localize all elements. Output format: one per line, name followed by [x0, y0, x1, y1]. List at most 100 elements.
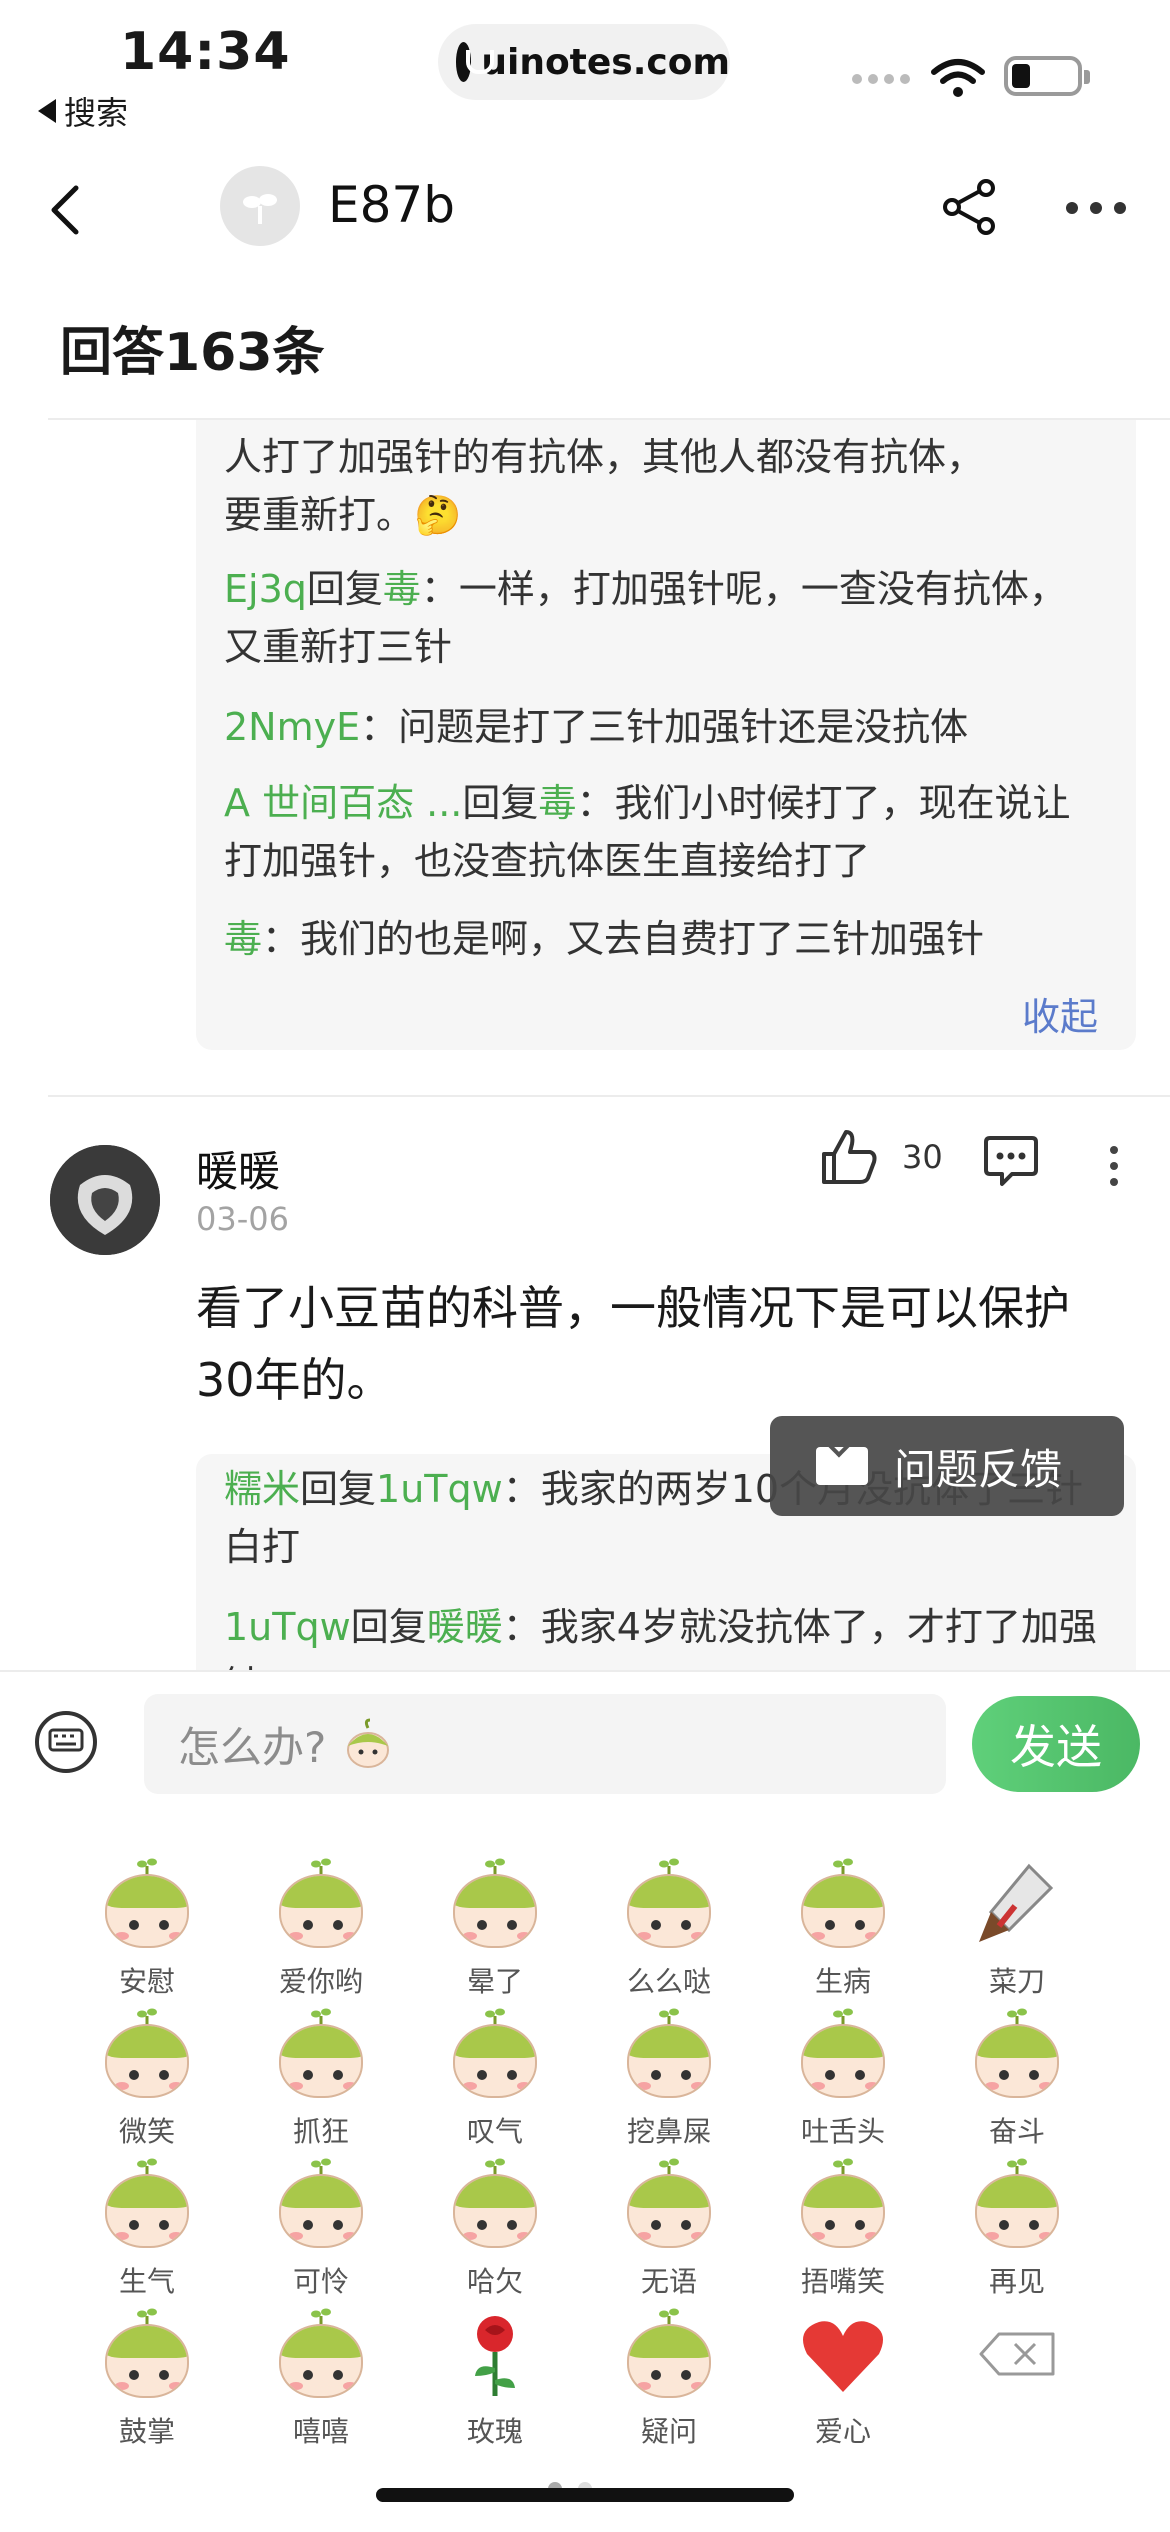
emoji-label: 爱心	[814, 2415, 871, 2448]
emoji-item[interactable]: 嘻嘻	[234, 2306, 408, 2456]
emoji-item[interactable]: 晕了	[408, 1856, 582, 2006]
nav-title[interactable]: E87b	[328, 176, 455, 234]
reply-target[interactable]: 1uTqw	[376, 1467, 503, 1511]
emoji-item[interactable]: 叹气	[408, 2006, 582, 2156]
sprout-face-icon	[447, 2156, 543, 2252]
emoji-item[interactable]: 么么哒	[582, 1856, 756, 2006]
sprout-face-icon	[795, 2306, 891, 2402]
reply-user[interactable]: A 世间百态 ...	[224, 781, 462, 825]
reply-target[interactable]: 毒	[538, 781, 576, 825]
page-title: 回答163条	[60, 323, 325, 383]
home-indicator[interactable]	[376, 2488, 794, 2502]
more-options-icon[interactable]	[1066, 202, 1126, 214]
signal-icon	[852, 74, 910, 84]
like-count: 30	[902, 1138, 943, 1176]
emoji-label: 奋斗	[988, 2115, 1045, 2148]
emoji-item[interactable]: 鼓掌	[60, 2306, 234, 2456]
comment-more-icon[interactable]	[1110, 1146, 1118, 1186]
emoji-item[interactable]: 微笑	[60, 2006, 234, 2156]
back-app-label: 搜索	[64, 94, 129, 132]
reply-user[interactable]: 糯米	[224, 1467, 300, 1511]
emoji-label: 抓狂	[292, 2115, 349, 2148]
reply-user[interactable]: Ej3q	[224, 567, 307, 611]
reply-word: 回复	[462, 781, 539, 825]
emoji-label: 捂嘴笑	[800, 2265, 885, 2298]
reply-item[interactable]: 2NmyE：问题是打了三针加强针还是没抗体	[224, 698, 1104, 756]
emoji-item[interactable]: 吐舌头	[756, 2006, 930, 2156]
sprout-face-icon	[273, 2306, 369, 2402]
sprout-face-icon	[273, 2156, 369, 2252]
reply-user[interactable]: 毒	[224, 917, 262, 961]
sprout-face-icon	[795, 2156, 891, 2252]
emoji-item[interactable]: 生气	[60, 2156, 234, 2306]
reply-word: 回复	[306, 567, 383, 611]
back-arrow-icon[interactable]	[40, 180, 100, 240]
emoji-item[interactable]: 可怜	[234, 2156, 408, 2306]
emoji-item[interactable]: 安慰	[60, 1856, 234, 2006]
emoji-label: 叹气	[466, 2115, 523, 2148]
emoji-label: 哈欠	[466, 2265, 523, 2298]
site-logo-icon	[456, 42, 495, 82]
comment-author[interactable]: 暖暖	[196, 1138, 280, 1199]
reply-item[interactable]: 1uTqw回复暖暖：我家4岁就没抗体了，才打了加强针	[224, 1598, 1104, 1670]
reply-target[interactable]: 暖暖	[427, 1605, 503, 1649]
sprout-face-icon	[99, 2306, 195, 2402]
reply-text: ：我们的也是啊，又去自费打了三针加强针	[262, 917, 985, 961]
emoji-item[interactable]: 无语	[582, 2156, 756, 2306]
emoji-item[interactable]: 抓狂	[234, 2006, 408, 2156]
sprout-face-icon	[969, 1856, 1065, 1952]
feedback-label: 问题反馈	[894, 1444, 1063, 1494]
reply-user[interactable]: 1uTqw	[224, 1605, 351, 1649]
emoji-item[interactable]: 玫瑰	[408, 2306, 582, 2456]
sprout-face-icon	[621, 2006, 717, 2102]
sprout-face-icon	[969, 2006, 1065, 2102]
emoji-item[interactable]: 生病	[756, 1856, 930, 2006]
sprout-face-icon	[273, 2006, 369, 2102]
emoji-item[interactable]: 挖鼻屎	[582, 2006, 756, 2156]
thumbs-up-icon	[822, 1130, 877, 1184]
emoji-item[interactable]: 再见	[930, 2156, 1104, 2306]
reply-text: 要重新打。🤔	[224, 493, 462, 537]
share-icon[interactable]	[938, 176, 1000, 238]
sprout-face-icon	[99, 2156, 195, 2252]
emoji-label: 鼓掌	[118, 2415, 175, 2448]
emoji-item[interactable]: 爱你哟	[234, 1856, 408, 2006]
status-time: 14:34	[120, 22, 291, 82]
emoji-item[interactable]: 菜刀	[930, 1856, 1104, 2006]
emoji-label: 爱你哟	[278, 1965, 363, 1998]
battery-icon	[1004, 56, 1090, 96]
send-button[interactable]: 发送	[972, 1696, 1140, 1792]
reply-item[interactable]: A 世间百态 ...回复毒：我们小时候打了，现在说让打加强针，也没查抗体医生直接…	[224, 774, 1104, 890]
url-text: uinotes.com	[481, 41, 730, 83]
feedback-button[interactable]: 问题反馈	[770, 1416, 1124, 1516]
delete-button[interactable]	[930, 2306, 1104, 2456]
reply-target[interactable]: 毒	[383, 567, 421, 611]
emoji-label: 生气	[118, 2265, 175, 2298]
reply-user[interactable]: 2NmyE	[224, 705, 360, 749]
back-to-app-button[interactable]: 搜索	[38, 88, 128, 134]
emoji-item[interactable]: 爱心	[756, 2306, 930, 2456]
keyboard-icon[interactable]	[34, 1710, 98, 1774]
emoji-panel: 安慰 爱你哟 晕了 么么哒 生病 菜刀微笑 抓狂 叹气 挖鼻屎 吐舌头 奋斗生气 可怜 哈欠 无语 捂嘴笑 再…	[60, 1856, 1120, 2456]
emoji-item[interactable]: 疑问	[582, 2306, 756, 2456]
like-button[interactable]: 30	[818, 1126, 943, 1188]
reply-item[interactable]: 毒：我们的也是啊，又去自费打了三针加强针	[224, 910, 1104, 968]
emoji-item[interactable]: 哈欠	[408, 2156, 582, 2306]
status-bar: 14:34 搜索 uinotes.com	[0, 0, 1170, 140]
emoji-label: 玫瑰	[466, 2415, 523, 2448]
emoji-label: 微笑	[118, 2115, 175, 2148]
avatar[interactable]	[220, 166, 300, 246]
sprout-face-icon	[273, 1856, 369, 1952]
comment-input[interactable]: 怎么办?	[144, 1694, 946, 1794]
emoji-item[interactable]: 奋斗	[930, 2006, 1104, 2156]
sprout-emoji-icon	[347, 1718, 390, 1768]
collapse-link[interactable]: 收起	[1022, 986, 1098, 1041]
sprout-face-icon	[447, 2006, 543, 2102]
emoji-item[interactable]: 捂嘴笑	[756, 2156, 930, 2306]
sprout-face-icon	[621, 2156, 717, 2252]
reply-item[interactable]: Ej3q回复毒：一样，打加强针呢，一查没有抗体，又重新打三针	[224, 560, 1104, 676]
comment-icon[interactable]	[982, 1130, 1040, 1188]
avatar[interactable]	[50, 1145, 160, 1255]
sprout-face-icon	[99, 2006, 195, 2102]
url-pill[interactable]: uinotes.com	[438, 24, 730, 100]
